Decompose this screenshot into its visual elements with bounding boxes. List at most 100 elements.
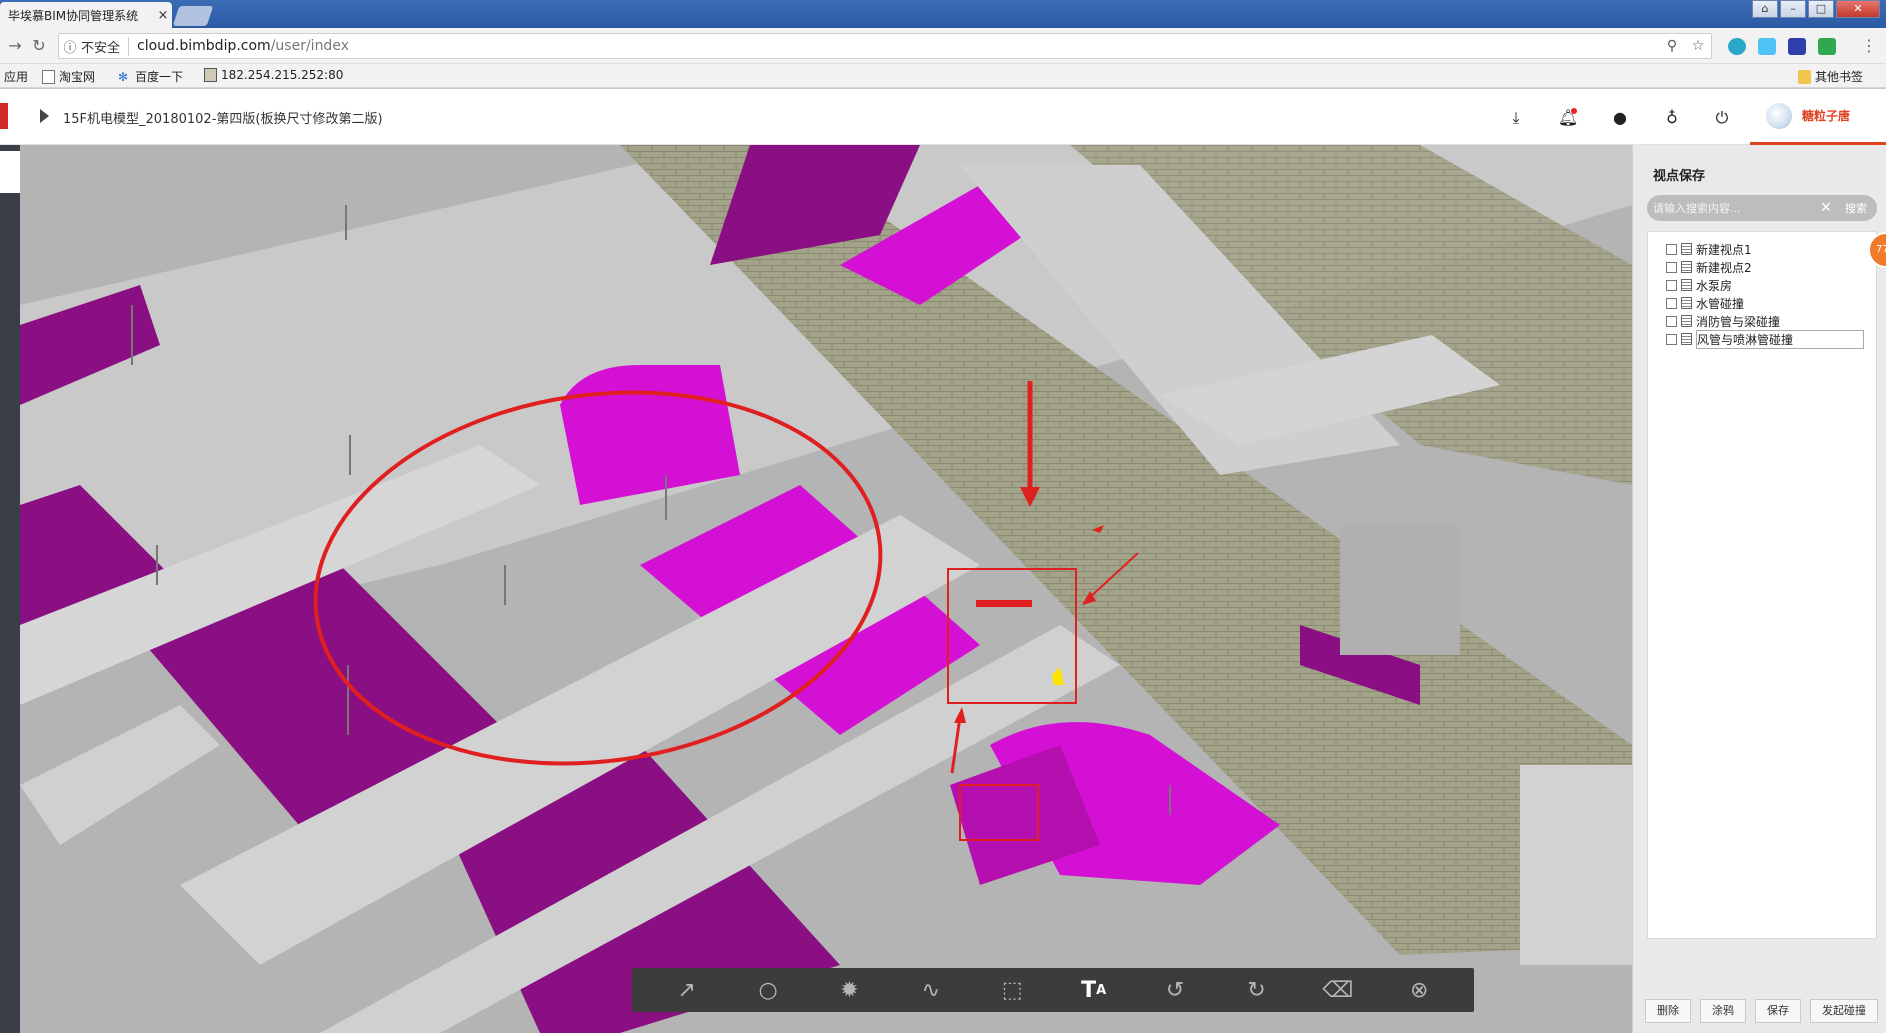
info-icon[interactable]: ⓘ: [59, 37, 81, 56]
document-icon: [1681, 333, 1692, 345]
undo-icon[interactable]: ↺: [1155, 972, 1195, 1008]
bookmark-apps[interactable]: 应用: [4, 68, 28, 85]
save-button[interactable]: 保存: [1755, 999, 1801, 1023]
zoom-icon[interactable]: ⚲: [1659, 38, 1685, 54]
folder-icon: [1798, 69, 1811, 84]
viewpoint-list: 新建视点1 新建视点2 水泵房 水管碰撞 消防管与梁碰撞 风管与喷淋管碰撞: [1647, 231, 1877, 939]
bell-icon[interactable]: 🔔︎: [1556, 106, 1580, 130]
viewpoint-label[interactable]: 风管与喷淋管碰撞: [1696, 329, 1864, 349]
viewpoint-panel: 视点保存 ✕ 搜索 新建视点1 新建视点2 水泵房 水管碰撞 消防管与梁碰撞 风…: [1632, 145, 1886, 1033]
arrow-tool-icon[interactable]: ↗: [667, 972, 707, 1008]
bookmarks-bar: 应用 淘宝网 ✻ 百度一下 182.254.215.252:80 其他书签: [0, 64, 1886, 88]
minimize-button[interactable]: –: [1780, 0, 1806, 18]
circle-tool-icon[interactable]: ○: [748, 972, 788, 1008]
viewpoint-search: ✕ 搜索: [1647, 195, 1877, 221]
bookmark-label: 182.254.215.252:80: [221, 68, 344, 82]
bookmark-other-label: 其他书签: [1815, 70, 1864, 84]
text-tool-icon[interactable]: TA: [1074, 972, 1114, 1008]
lightbulb-icon[interactable]: ♁: [1660, 106, 1684, 130]
list-item[interactable]: 新建视点1: [1648, 240, 1876, 258]
browser-titlebar: 毕埃慕BIM协同管理系统 × ⌂ – □ ✕: [0, 0, 1886, 28]
left-panel-toggle[interactable]: [0, 151, 20, 193]
url-text[interactable]: cloud.bimbdip.com/user/index: [137, 38, 1659, 54]
viewpoint-panel-title: 视点保存: [1653, 169, 1706, 184]
search-button[interactable]: 搜索: [1835, 200, 1877, 216]
left-collapse-strip: [0, 145, 20, 1033]
viewpoint-label: 新建视点2: [1696, 260, 1752, 275]
menu-icon[interactable]: ⋮: [1858, 36, 1880, 56]
insecure-label: 不安全: [81, 36, 130, 56]
list-item[interactable]: 消防管与梁碰撞: [1648, 312, 1876, 330]
avatar: [1766, 102, 1792, 129]
checkbox[interactable]: [1666, 297, 1677, 309]
viewpoint-label: 消防管与梁碰撞: [1696, 314, 1781, 329]
baidu-paw-icon: ✻: [118, 69, 129, 84]
clear-search-icon[interactable]: ✕: [1817, 200, 1835, 216]
project-title: 15F机电模型_20180102-第四版(板换尺寸修改第二版): [63, 112, 383, 127]
freehand-tool-icon[interactable]: ∿: [911, 972, 951, 1008]
document-icon: [1681, 243, 1692, 255]
start-clash-button[interactable]: 发起碰撞: [1810, 999, 1878, 1023]
document-icon: [1681, 279, 1692, 291]
url-path: /user/index: [270, 38, 349, 54]
checkbox[interactable]: [1666, 243, 1677, 255]
url-host: cloud.bimbdip.com: [137, 38, 271, 54]
star-icon[interactable]: ☆: [1685, 38, 1711, 54]
bookmark-item[interactable]: ✻ 百度一下: [118, 68, 183, 85]
document-icon: [1681, 261, 1692, 273]
notification-dot: [1571, 108, 1577, 114]
address-bar: → ↻ ⓘ 不安全 cloud.bimbdip.com/user/index ⚲…: [0, 28, 1886, 64]
extension-icon-4[interactable]: [1818, 38, 1836, 55]
download-icon[interactable]: ⤓: [1504, 106, 1528, 130]
chat-icon[interactable]: ●: [1608, 106, 1632, 130]
bookmark-item[interactable]: 淘宝网: [42, 68, 95, 85]
new-tab-button[interactable]: [172, 6, 214, 26]
user-icon[interactable]: ⌂: [1752, 0, 1778, 18]
document-icon: [1681, 297, 1692, 309]
model-viewport[interactable]: [20, 145, 1632, 1033]
checkbox[interactable]: [1666, 333, 1677, 345]
extension-icon-1[interactable]: [1728, 38, 1746, 55]
cloud-tool-icon[interactable]: ✹: [829, 972, 869, 1008]
close-markup-icon[interactable]: ⊗: [1399, 972, 1439, 1008]
eraser-icon[interactable]: ⌫: [1318, 972, 1358, 1008]
checkbox[interactable]: [1666, 315, 1677, 327]
doodle-button[interactable]: 涂鸦: [1700, 999, 1746, 1023]
browser-tab[interactable]: 毕埃慕BIM协同管理系统 ×: [0, 2, 172, 28]
rectangle-tool-icon[interactable]: ⬚: [992, 972, 1032, 1008]
close-window-button[interactable]: ✕: [1836, 0, 1880, 18]
model-scene[interactable]: [20, 145, 1632, 1033]
extension-icon-2[interactable]: [1758, 38, 1776, 55]
viewpoint-label: 水管碰撞: [1696, 296, 1745, 311]
checkbox[interactable]: [1666, 261, 1677, 273]
list-item[interactable]: 水管碰撞: [1648, 294, 1876, 312]
bookmark-apps-label: 应用: [4, 70, 29, 84]
extension-icon-3[interactable]: [1788, 38, 1806, 55]
image-icon: [204, 68, 217, 82]
viewpoint-actions: 删除 涂鸦 保存 发起碰撞: [1645, 999, 1878, 1023]
maximize-button[interactable]: □: [1808, 0, 1834, 18]
user-menu[interactable]: 糖粒子唐: [1750, 89, 1886, 145]
delete-button[interactable]: 删除: [1645, 999, 1691, 1023]
bookmark-label: 百度一下: [135, 70, 184, 84]
viewpoint-search-input[interactable]: [1653, 201, 1817, 215]
redo-icon[interactable]: ↻: [1236, 972, 1276, 1008]
bookmark-label: 淘宝网: [59, 70, 96, 84]
power-icon[interactable]: ⏻: [1710, 106, 1734, 130]
list-item[interactable]: 风管与喷淋管碰撞: [1648, 329, 1876, 349]
viewpoint-label: 水泵房: [1696, 278, 1733, 293]
page-icon: [42, 69, 55, 84]
app-header: 15F机电模型_20180102-第四版(板换尺寸修改第二版) ⤓ 🔔︎ ● ♁…: [0, 89, 1886, 145]
markup-toolbar: ↗ ○ ✹ ∿ ⬚ TA ↺ ↻ ⌫ ⊗: [632, 968, 1474, 1012]
window-controls: ⌂ – □ ✕: [1752, 0, 1880, 18]
bookmark-other[interactable]: 其他书签: [1798, 68, 1863, 85]
expand-arrow-icon[interactable]: [40, 109, 49, 123]
list-item[interactable]: 新建视点2: [1648, 258, 1876, 276]
checkbox[interactable]: [1666, 279, 1677, 291]
back-icon[interactable]: →: [4, 36, 26, 56]
reload-icon[interactable]: ↻: [28, 36, 50, 56]
tab-close-icon[interactable]: ×: [154, 8, 172, 23]
omnibox[interactable]: ⓘ 不安全 cloud.bimbdip.com/user/index ⚲ ☆: [58, 33, 1712, 59]
bookmark-item[interactable]: 182.254.215.252:80: [204, 68, 343, 82]
list-item[interactable]: 水泵房: [1648, 276, 1876, 294]
